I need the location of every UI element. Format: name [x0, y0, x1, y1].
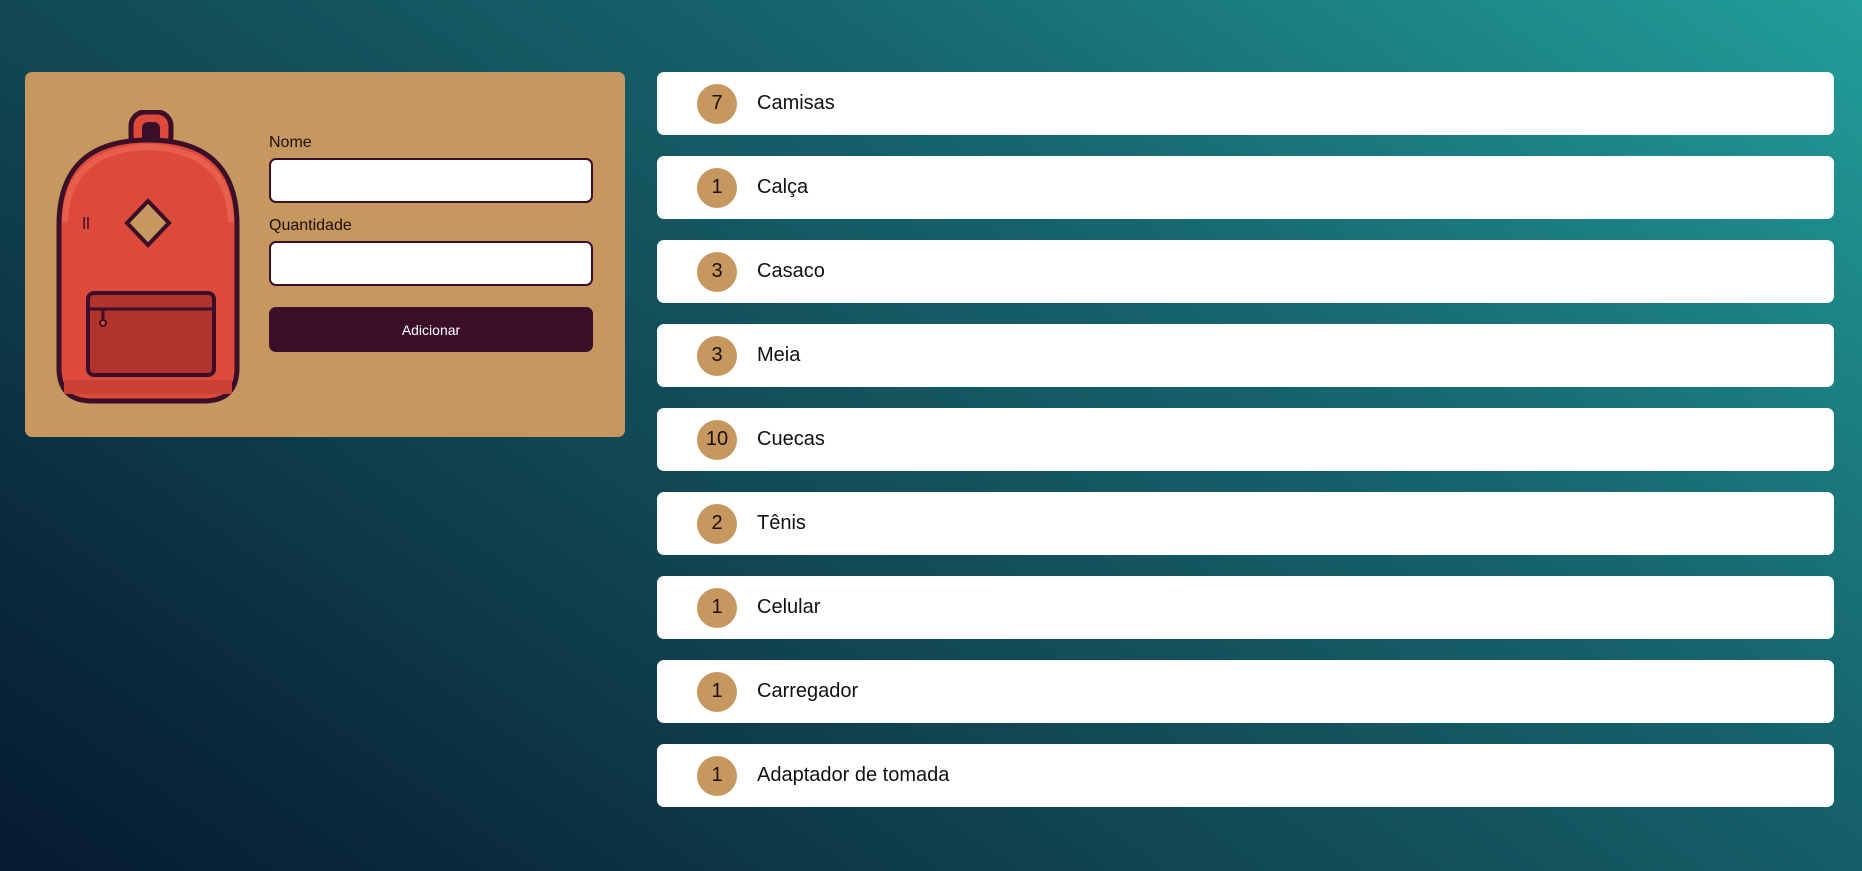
quantity-input[interactable] — [269, 241, 593, 286]
quantity-badge: 1 — [697, 755, 737, 796]
item-name: Calça — [757, 176, 809, 198]
list-item[interactable]: 3 Meia — [657, 324, 1834, 387]
item-name: Adaptador de tomada — [757, 764, 950, 786]
list-item[interactable]: 2 Tênis — [657, 492, 1834, 555]
list-item[interactable]: 7 Camisas — [657, 72, 1834, 135]
item-name: Celular — [757, 596, 821, 618]
add-item-panel: Nome Quantidade Adicionar — [25, 72, 625, 437]
item-name: Camisas — [757, 92, 835, 114]
item-name: Carregador — [757, 680, 859, 702]
name-label: Nome — [269, 134, 312, 151]
add-button[interactable]: Adicionar — [269, 307, 593, 352]
list-item[interactable]: 1 Celular — [657, 576, 1834, 639]
list-item[interactable]: 1 Adaptador de tomada — [657, 744, 1834, 807]
item-name: Tênis — [757, 512, 806, 534]
item-name: Cuecas — [757, 428, 825, 450]
item-name: Casaco — [757, 260, 825, 282]
add-item-form: Nome Quantidade Adicionar — [269, 134, 593, 352]
item-name: Meia — [757, 344, 801, 366]
backpack-icon — [56, 110, 240, 404]
quantity-badge: 1 — [697, 587, 737, 628]
list-item[interactable]: 1 Carregador — [657, 660, 1834, 723]
name-input[interactable] — [269, 158, 593, 203]
quantity-badge: 2 — [697, 503, 737, 544]
quantity-badge: 1 — [697, 167, 737, 208]
quantity-badge: 3 — [697, 251, 737, 292]
quantity-badge: 7 — [697, 83, 737, 124]
quantity-badge: 1 — [697, 671, 737, 712]
item-list: 7 Camisas 1 Calça 3 Casaco 3 Meia 10 Cue… — [657, 72, 1834, 828]
quantity-label: Quantidade — [269, 217, 352, 234]
quantity-badge: 10 — [697, 419, 737, 460]
quantity-badge: 3 — [697, 335, 737, 376]
list-item[interactable]: 1 Calça — [657, 156, 1834, 219]
list-item[interactable]: 3 Casaco — [657, 240, 1834, 303]
list-item[interactable]: 10 Cuecas — [657, 408, 1834, 471]
